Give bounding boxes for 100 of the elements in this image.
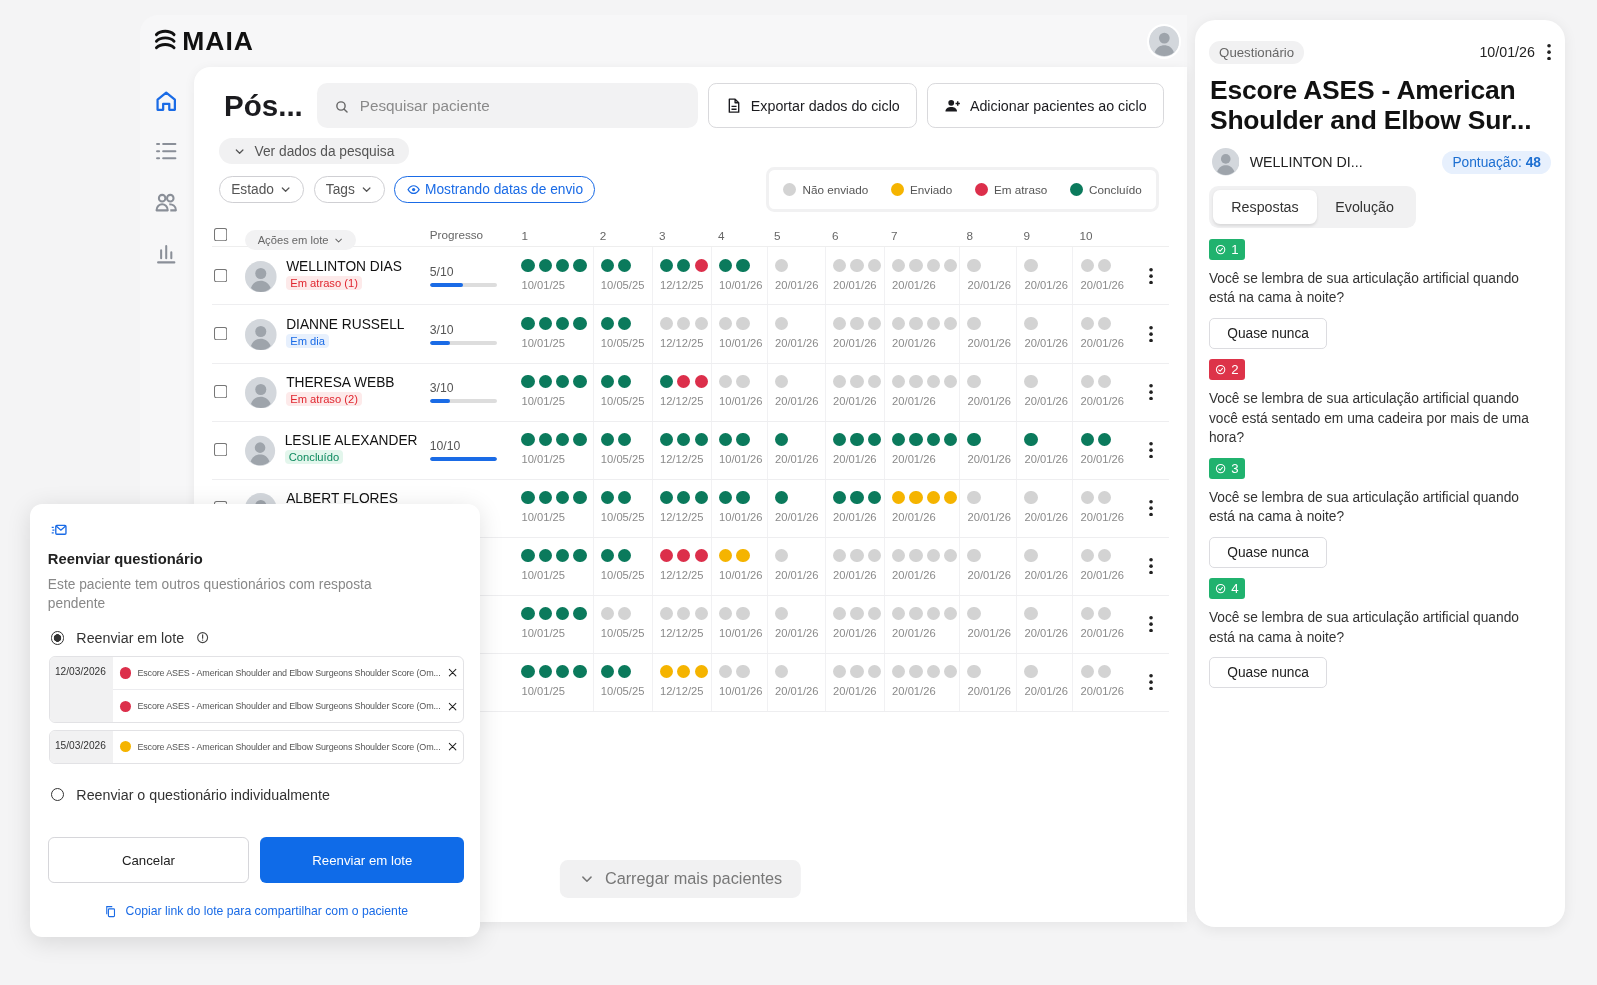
column-header: 9: [1023, 229, 1030, 243]
resend-batch-button[interactable]: Reenviar em lote: [260, 837, 465, 883]
column-header: 10: [1079, 229, 1093, 243]
send-date: 20/01/26: [967, 337, 1012, 350]
export-button[interactable]: Exportar dados do ciclo: [708, 83, 918, 129]
send-date: 20/01/26: [775, 279, 820, 291]
questionnaire-tag: Questionário: [1208, 40, 1305, 64]
more-options-button[interactable]: [1148, 674, 1153, 691]
bulk-actions-dropdown[interactable]: Ações em lote: [245, 230, 356, 251]
send-date: 12/12/25: [659, 569, 705, 582]
send-date: 10/01/26: [718, 627, 764, 640]
send-date: 20/01/26: [967, 627, 1012, 640]
radio-button[interactable]: [50, 631, 65, 645]
more-options-button[interactable]: [1148, 325, 1153, 343]
questionnaire-name: Escore ASES - American Shoulder and Elbow Surgeons Shoulder Score (Om...: [137, 741, 441, 752]
send-date: 10/05/25: [600, 337, 646, 350]
kebab-icon: [1148, 616, 1153, 633]
close-icon: [446, 667, 458, 679]
send-date: 10/01/26: [718, 337, 764, 350]
send-date: 20/01/26: [775, 569, 820, 582]
row-checkbox[interactable]: [213, 442, 229, 458]
questionnaire-date: 10/01/26: [1479, 44, 1535, 61]
more-options-button[interactable]: [1148, 558, 1153, 575]
filter-dropdown[interactable]: Estado: [218, 176, 305, 203]
filter-dropdown[interactable]: Tags: [313, 176, 386, 203]
status-dot: [120, 741, 132, 753]
tab[interactable]: Respostas: [1213, 190, 1317, 225]
send-date: 20/01/26: [892, 279, 937, 291]
send-date: 10/05/25: [600, 685, 646, 698]
send-dates-toggle[interactable]: Mostrando datas de envio: [394, 176, 596, 203]
question-text: Você se lembra de sua articulação artificial quando está na cama à noite?: [1208, 488, 1520, 527]
answer-chip: Quase nunca: [1208, 536, 1328, 568]
survey-data-toggle[interactable]: Ver dados da pesquisa: [218, 138, 409, 164]
legend-label: Concluído: [1089, 182, 1142, 196]
remove-button[interactable]: [446, 741, 458, 753]
status-badge: Em dia: [286, 333, 330, 348]
check-circle-icon: [1215, 364, 1227, 376]
column-header: 4: [717, 229, 725, 243]
send-date: 10/01/26: [718, 685, 764, 698]
row-checkbox[interactable]: [213, 268, 229, 284]
send-date: 10/01/25: [521, 627, 566, 640]
patient-name: WELLINTON DIAS: [286, 258, 402, 274]
score-badge: Pontuação: 48: [1442, 150, 1552, 174]
send-date: 20/01/26: [833, 279, 878, 291]
kebab-icon: [1148, 325, 1153, 343]
more-options-button[interactable]: [1148, 500, 1153, 517]
status-badge: Concluído: [284, 449, 344, 464]
send-date: 12/12/25: [659, 337, 705, 350]
close-icon: [446, 741, 458, 753]
send-date: 20/01/26: [892, 453, 937, 466]
progress-bar: [429, 282, 497, 287]
cancel-button[interactable]: Cancelar: [47, 837, 250, 883]
row-checkbox[interactable]: [213, 326, 229, 342]
legend-label: Não enviado: [802, 182, 869, 196]
remove-button[interactable]: [446, 700, 458, 712]
patient-name: LESLIE ALEXANDER: [284, 432, 418, 448]
send-date: 10/01/25: [521, 685, 566, 698]
questionnaire-name: Escore ASES - American Shoulder and Elbow Surgeons Shoulder Score (Om...: [137, 701, 441, 712]
column-header: 2: [599, 229, 607, 243]
dialog-title: Reenviar questionário: [47, 551, 204, 567]
send-date: 20/01/26: [1024, 511, 1070, 524]
progress-bar: [429, 399, 497, 404]
question-number: 3: [1231, 460, 1239, 476]
send-date: 20/01/26: [892, 337, 937, 350]
send-date: 20/01/26: [892, 395, 937, 408]
column-header: Progresso: [429, 228, 485, 242]
remove-button[interactable]: [446, 667, 458, 679]
progress-bar: [429, 457, 497, 462]
kebab-icon: [1148, 674, 1153, 691]
copy-link[interactable]: Copiar link do lote para compartilhar com o paciente: [104, 904, 409, 919]
send-date: 20/01/26: [1024, 337, 1070, 350]
more-options-button[interactable]: [1547, 44, 1552, 61]
send-date: 10/05/25: [600, 627, 646, 640]
select-all-checkbox[interactable]: [213, 227, 229, 242]
kebab-icon: [1148, 500, 1153, 517]
progress-text: 3/10: [429, 380, 455, 395]
more-options-button[interactable]: [1148, 267, 1153, 285]
tab[interactable]: Evolução: [1317, 190, 1413, 225]
home-icon: [154, 88, 179, 113]
group-date: 12/03/2026: [49, 657, 113, 723]
column-header: 1: [521, 229, 528, 243]
send-date: 12/12/25: [659, 279, 705, 291]
more-options-button[interactable]: [1148, 383, 1153, 401]
add-patients-button[interactable]: Adicionar pacientes ao ciclo: [927, 83, 1164, 129]
send-date: 10/01/26: [718, 453, 764, 466]
send-date: 20/01/26: [775, 511, 820, 524]
patient-name: ALBERT FLORES: [286, 490, 398, 506]
option-label: Reenviar em lote: [76, 630, 185, 647]
more-options-button[interactable]: [1148, 441, 1153, 459]
column-header: 6: [832, 229, 839, 243]
more-options-button[interactable]: [1148, 616, 1153, 633]
legend-label: Em atraso: [994, 182, 1048, 196]
send-date: 10/05/25: [600, 511, 646, 524]
send-date: 20/01/26: [833, 685, 878, 698]
send-date: 20/01/26: [775, 453, 820, 466]
row-checkbox[interactable]: [213, 384, 229, 400]
load-more-button[interactable]: Carregar mais pacientes: [560, 859, 801, 899]
status-dot: [120, 700, 132, 712]
send-date: 20/01/26: [833, 395, 878, 408]
search-field[interactable]: Pesquisar paciente: [317, 83, 698, 129]
